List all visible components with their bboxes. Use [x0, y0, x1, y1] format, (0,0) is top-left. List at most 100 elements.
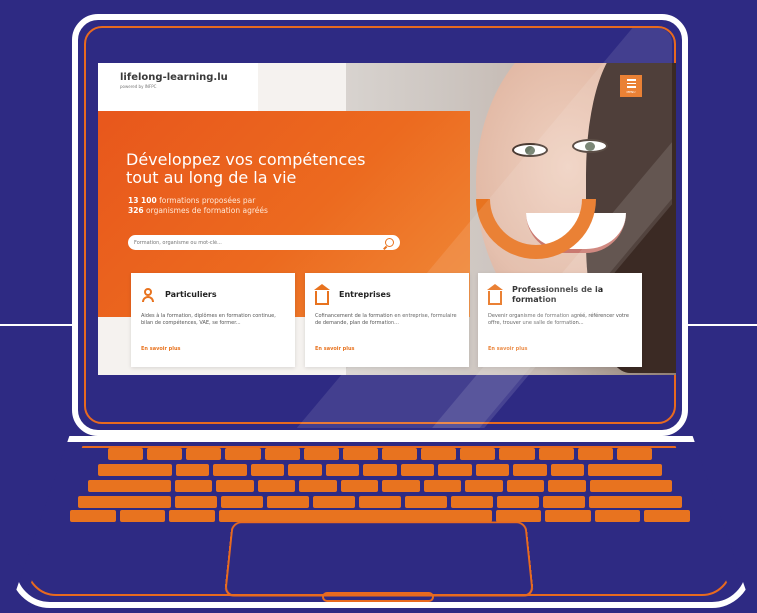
- card-particuliers[interactable]: Particuliers Aides à la formation, diplô…: [131, 273, 295, 367]
- key: [588, 464, 662, 476]
- key: [548, 480, 586, 492]
- card-link-professionnels[interactable]: En savoir plus: [488, 346, 528, 352]
- logo-text: lifelong-learning.lu: [120, 72, 228, 83]
- key: [216, 480, 254, 492]
- stat-trainings: 13 100 formations proposées par: [128, 196, 268, 206]
- key: [475, 464, 510, 476]
- key: [382, 480, 420, 492]
- card-description: Cofinancement de la formation en entrepr…: [315, 313, 457, 326]
- key: [174, 496, 217, 508]
- space-key: [218, 510, 492, 522]
- key: [589, 496, 683, 508]
- card-link-particuliers[interactable]: En savoir plus: [141, 346, 181, 352]
- hamburger-icon-bar: [626, 82, 636, 85]
- key-row-3: [88, 480, 672, 492]
- key: [543, 496, 586, 508]
- key: [460, 448, 496, 460]
- hero-title-line1: Développez vos compétences: [126, 150, 366, 169]
- hamburger-icon-bar: [626, 86, 636, 88]
- key: [88, 480, 171, 492]
- hero-title-line2: tout au long de la vie: [126, 168, 297, 187]
- hero-title: Développez vos compétences tout au long …: [126, 151, 365, 187]
- key: [342, 448, 378, 460]
- key: [545, 510, 591, 522]
- key: [538, 448, 574, 460]
- key: [438, 464, 472, 476]
- key: [499, 448, 535, 460]
- key: [288, 464, 322, 476]
- key: [465, 480, 503, 492]
- key: [299, 480, 337, 492]
- laptop-notch: [322, 592, 434, 602]
- key: [497, 496, 540, 508]
- stat-organisms: 326 organismes de formation agréés: [128, 206, 268, 216]
- key-row-5: [70, 510, 690, 522]
- key: [98, 464, 172, 476]
- key: [589, 480, 672, 492]
- stat-trainings-count: 13 100: [128, 196, 157, 205]
- card-header: Professionnels de la formation: [487, 281, 632, 309]
- card-title: Particuliers: [165, 290, 217, 299]
- key: [325, 464, 360, 476]
- key: [577, 448, 613, 460]
- card-header: Particuliers: [141, 281, 285, 309]
- key: [175, 464, 210, 476]
- key: [451, 496, 494, 508]
- search-bar[interactable]: [128, 235, 400, 250]
- key: [513, 464, 547, 476]
- key: [108, 448, 144, 460]
- key: [266, 496, 309, 508]
- eye-left: [512, 143, 548, 157]
- stat-organisms-count: 326: [128, 206, 144, 215]
- card-entreprises[interactable]: Entreprises Cofinancement de la formatio…: [305, 273, 469, 367]
- keyboard: [70, 444, 690, 522]
- logo[interactable]: lifelong-learning.lu powered by INFPC: [98, 63, 258, 111]
- key: [312, 496, 355, 508]
- key: [250, 464, 285, 476]
- key: [264, 448, 300, 460]
- key: [169, 510, 215, 522]
- logo-subtitle: powered by INFPC: [120, 84, 157, 89]
- key: [119, 510, 166, 522]
- touchpad: [223, 521, 535, 597]
- key: [421, 448, 457, 460]
- decorative-line-right: [687, 324, 757, 326]
- laptop-screen: Développez vos compétences tout au long …: [98, 63, 676, 375]
- key: [225, 448, 261, 460]
- hero-stats: 13 100 formations proposées par 326 orga…: [128, 196, 268, 216]
- card-link-entreprises[interactable]: En savoir plus: [315, 346, 355, 352]
- key: [303, 448, 339, 460]
- key: [644, 510, 690, 522]
- key: [506, 480, 544, 492]
- key: [220, 496, 263, 508]
- person-icon: [141, 288, 155, 302]
- key-row-2: [98, 464, 662, 476]
- key: [495, 510, 542, 522]
- key: [405, 496, 448, 508]
- key: [423, 480, 461, 492]
- key: [70, 510, 116, 522]
- stat-organisms-text: organismes de formation agréés: [143, 206, 268, 215]
- search-icon[interactable]: [385, 238, 394, 247]
- key: [147, 448, 183, 460]
- key-row-1: [108, 448, 652, 460]
- card-description: Devenir organisme de formation agréé, ré…: [488, 313, 629, 326]
- search-input[interactable]: [134, 239, 385, 246]
- key: [257, 480, 295, 492]
- card-title: Professionnels de la formation: [512, 285, 604, 304]
- key: [213, 464, 247, 476]
- stat-trainings-text: formations proposées par: [156, 196, 256, 205]
- card-title: Entreprises: [339, 290, 391, 299]
- key: [594, 510, 641, 522]
- key: [174, 480, 212, 492]
- hamburger-icon: [626, 79, 636, 81]
- menu-label: MENU: [626, 89, 636, 94]
- key: [616, 448, 652, 460]
- key: [381, 448, 418, 460]
- key: [186, 448, 222, 460]
- house-icon: [487, 284, 503, 305]
- card-professionnels[interactable]: Professionnels de la formation Devenir o…: [478, 273, 642, 367]
- decorative-line-left: [0, 324, 80, 326]
- key: [78, 496, 171, 508]
- menu-button[interactable]: MENU: [620, 75, 642, 97]
